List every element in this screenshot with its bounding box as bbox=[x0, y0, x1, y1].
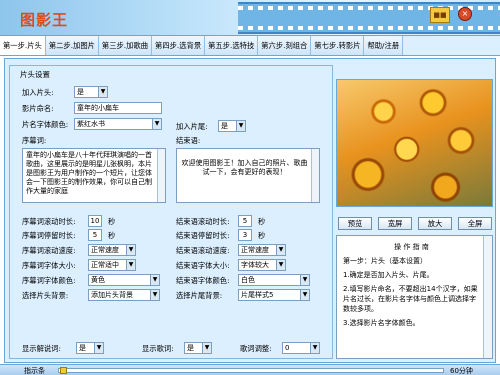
chevron-down-icon: ▼ bbox=[94, 343, 103, 353]
scrollbar[interactable] bbox=[157, 149, 165, 202]
head-bg-label: 选择片头背景: bbox=[22, 291, 69, 300]
title-name-label: 影片命名: bbox=[22, 104, 54, 113]
add-tail-select[interactable]: 是 ▼ bbox=[218, 120, 246, 132]
guide-line: 第一步：片头（基本设置） bbox=[343, 257, 427, 265]
intro-label: 序幕词: bbox=[22, 136, 47, 145]
preview-button[interactable]: 预览 bbox=[338, 217, 372, 230]
chevron-down-icon: ▼ bbox=[152, 119, 161, 129]
scrollbar[interactable] bbox=[483, 236, 492, 358]
intro-scroll-speed-label: 序幕词滚动速度: bbox=[22, 246, 76, 255]
end-font-color-select[interactable]: 白色 ▼ bbox=[238, 274, 310, 286]
tab-step5-effects[interactable]: 第五步.选特技 bbox=[205, 36, 259, 55]
show-lyrics-select[interactable]: 是 ▼ bbox=[184, 342, 212, 354]
add-head-select[interactable]: 是 ▼ bbox=[74, 86, 108, 98]
app-logo: 图影王 bbox=[20, 11, 69, 29]
zoom-button[interactable]: 放大 bbox=[418, 217, 452, 230]
intro-font-size-select[interactable]: 正常适中 ▼ bbox=[88, 259, 136, 271]
end-scroll-time-input[interactable]: 5 bbox=[238, 215, 252, 227]
end-font-size-label: 结束语字体大小: bbox=[176, 261, 230, 270]
chevron-down-icon: ▼ bbox=[300, 290, 309, 300]
chevron-down-icon: ▼ bbox=[126, 260, 135, 270]
title-name-input[interactable]: 童年的小扁车 bbox=[74, 102, 162, 114]
tab-step1-head[interactable]: 第一步.片头 bbox=[0, 36, 46, 55]
head-settings-group: 片头设置 加入片头: 是 ▼ 影片命名: 童年的小扁车 片名字体颜色: 紫红水书 ▼… bbox=[9, 65, 333, 359]
chevron-down-icon: ▼ bbox=[98, 87, 107, 97]
ending-label: 结束语: bbox=[176, 136, 201, 145]
preview-image bbox=[336, 79, 493, 207]
main-panel: 片头设置 加入片头: 是 ▼ 影片命名: 童年的小扁车 片名字体颜色: 紫红水书 ▼… bbox=[4, 58, 496, 363]
intro-font-color-select[interactable]: 黄色 ▼ bbox=[88, 274, 160, 286]
operation-guide: 操 作 指 南 第一步：片头（基本设置） 1.确定是否加入片头、片尾。 2.填写… bbox=[336, 235, 493, 359]
chevron-down-icon: ▼ bbox=[276, 245, 285, 255]
tab-step6-combine[interactable]: 第六步.刻组合 bbox=[258, 36, 312, 55]
end-scroll-speed-label: 结束语滚动速度: bbox=[176, 246, 230, 255]
intro-scroll-time-input[interactable]: 10 bbox=[88, 215, 102, 227]
fullscreen-button[interactable]: 全屏 bbox=[458, 217, 492, 230]
end-stay-time-label: 结束语停留时长: bbox=[176, 231, 230, 240]
ending-textarea[interactable]: 欢迎使用图影王！加入自己的照片、歌曲试一下，会有更好的表现！ bbox=[176, 148, 320, 203]
intro-stay-time-input[interactable]: 5 bbox=[88, 229, 102, 241]
unit-label: 秒 bbox=[108, 231, 116, 240]
tab-step2-pictures[interactable]: 第二步.加图片 bbox=[45, 36, 99, 55]
title-bar: 图影王 ■■ × bbox=[0, 0, 500, 36]
scrollbar[interactable] bbox=[311, 149, 319, 202]
end-scroll-speed-select[interactable]: 正常速度 ▼ bbox=[238, 244, 286, 256]
guide-line: 3.选择影片名字体颜色。 bbox=[343, 319, 420, 327]
chevron-down-icon: ▼ bbox=[150, 290, 159, 300]
intro-scroll-speed-select[interactable]: 正常速度 ▼ bbox=[88, 244, 136, 256]
timeline-track[interactable] bbox=[58, 368, 444, 373]
close-button[interactable]: × bbox=[458, 7, 472, 21]
intro-font-color-label: 序幕词字体颜色: bbox=[22, 276, 76, 285]
tab-step7-convert[interactable]: 第七步.转影片 bbox=[311, 36, 365, 55]
intro-stay-time-label: 序幕词停留时长: bbox=[22, 231, 76, 240]
intro-font-size-label: 序幕词字体大小: bbox=[22, 261, 76, 270]
minimize-button[interactable]: ■■ bbox=[430, 7, 450, 23]
guide-line: 2.填写影片命名，不要超出14个汉字，如果片名过长，在影片名字体与颜色上调选择字… bbox=[343, 285, 478, 313]
guide-title: 操 作 指 南 bbox=[394, 243, 429, 251]
chevron-down-icon: ▼ bbox=[310, 343, 319, 353]
show-lyrics-label: 显示歌词: bbox=[142, 344, 174, 353]
section-title: 片头设置 bbox=[18, 69, 52, 80]
chevron-down-icon: ▼ bbox=[202, 343, 211, 353]
chevron-down-icon: ▼ bbox=[126, 245, 135, 255]
add-head-label: 加入片头: bbox=[22, 88, 54, 97]
tab-step3-songs[interactable]: 第三步.加歌曲 bbox=[98, 36, 153, 55]
unit-label: 秒 bbox=[258, 231, 266, 240]
add-tail-label: 加入片尾: bbox=[176, 122, 208, 131]
unit-label: 秒 bbox=[258, 217, 266, 226]
font-color-label: 片名字体颜色: bbox=[22, 120, 69, 129]
tail-bg-label: 选择片尾背景: bbox=[176, 291, 223, 300]
chevron-down-icon: ▼ bbox=[150, 275, 159, 285]
end-font-color-label: 结束语字体颜色: bbox=[176, 276, 230, 285]
font-color-select[interactable]: 紫红水书 ▼ bbox=[74, 118, 162, 130]
tab-step4-background[interactable]: 第四步.选背景 bbox=[152, 36, 206, 55]
duration-label: 60分钟 bbox=[450, 367, 473, 375]
chevron-down-icon: ▼ bbox=[300, 275, 309, 285]
indicator-label: 指示条 bbox=[24, 367, 45, 375]
unit-label: 秒 bbox=[108, 217, 116, 226]
intro-scroll-time-label: 序幕词滚动时长: bbox=[22, 217, 76, 226]
widescreen-button[interactable]: 宽屏 bbox=[378, 217, 412, 230]
end-font-size-select[interactable]: 字体较大 ▼ bbox=[238, 259, 286, 271]
lyric-adjust-label: 歌词调整: bbox=[240, 344, 272, 353]
end-stay-time-input[interactable]: 3 bbox=[238, 229, 252, 241]
head-bg-select[interactable]: 添加片头背景 ▼ bbox=[88, 289, 160, 301]
show-narration-select[interactable]: 是 ▼ bbox=[76, 342, 104, 354]
chevron-down-icon: ▼ bbox=[276, 260, 285, 270]
guide-line: 1.确定是否加入片头、片尾。 bbox=[343, 271, 434, 279]
chevron-down-icon: ▼ bbox=[236, 121, 245, 131]
lyric-adjust-select[interactable]: 0 ▼ bbox=[282, 342, 320, 354]
tab-help-register[interactable]: 帮助/注册 bbox=[364, 36, 404, 55]
step-tabs: 第一步.片头 第二步.加图片 第三步.加歌曲 第四步.选背景 第五步.选特技 第… bbox=[0, 36, 500, 56]
indicator-bar: 指示条 60分钟 bbox=[0, 364, 500, 375]
intro-textarea[interactable]: 童年的小扁车是八十年代拜琪演唱的一首歌曲，这里展示的是明星儿张枫明，本片是图影王… bbox=[22, 148, 166, 203]
timeline-thumb[interactable] bbox=[60, 367, 67, 374]
show-narration-label: 显示解说词: bbox=[22, 344, 61, 353]
end-scroll-time-label: 结束语滚动时长: bbox=[176, 217, 230, 226]
tail-bg-select[interactable]: 片尾样式5 ▼ bbox=[238, 289, 310, 301]
